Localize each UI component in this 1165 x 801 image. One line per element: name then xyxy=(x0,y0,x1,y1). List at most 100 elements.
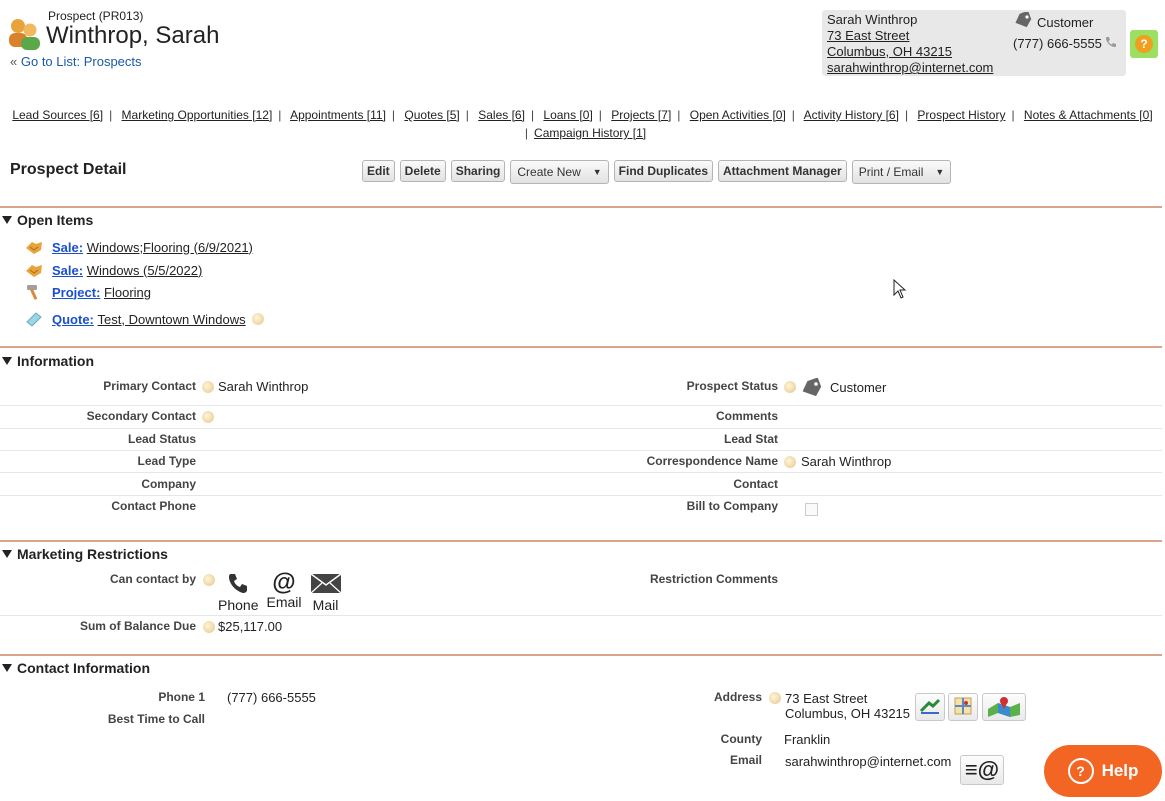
help-icon-button[interactable]: ? xyxy=(1130,30,1158,58)
open-items-header[interactable]: Open Items xyxy=(0,212,93,228)
sum-balance-label: Sum of Balance Due xyxy=(79,619,196,633)
phone-icon xyxy=(226,572,250,597)
page-title: Winthrop, Sarah xyxy=(46,22,220,49)
marketing-restrictions-header[interactable]: Marketing Restrictions xyxy=(0,546,168,562)
delete-button[interactable]: Delete xyxy=(399,160,446,182)
help-button-label: Help xyxy=(1101,761,1139,780)
street-map-button[interactable] xyxy=(948,693,978,721)
open-item-link[interactable]: Windows;Flooring (6/9/2021) xyxy=(87,240,253,255)
lead-status-label: Lead Status xyxy=(127,432,196,446)
open-item-kind[interactable]: Quote: xyxy=(52,312,94,327)
sharing-button[interactable]: Sharing xyxy=(450,160,506,182)
find-duplicates-button[interactable]: Find Duplicates xyxy=(613,160,713,182)
open-item-link[interactable]: Test, Downtown Windows xyxy=(98,312,246,327)
related-link-campaign-history[interactable]: Campaign History [1] xyxy=(534,126,646,140)
help-bubble-icon[interactable] xyxy=(202,411,214,423)
create-new-dropdown[interactable]: Create New ▼ xyxy=(510,160,609,184)
phone-icon[interactable] xyxy=(1105,34,1117,54)
correspondence-name-value: Sarah Winthrop xyxy=(801,454,892,469)
contact-card-phone: (777) 666-5555 xyxy=(1013,36,1102,51)
open-item-kind[interactable]: Project: xyxy=(52,285,100,300)
edit-button[interactable]: Edit xyxy=(362,160,395,182)
row-divider xyxy=(0,615,1162,616)
caret-down-icon: ▼ xyxy=(592,167,602,177)
bill-to-company-checkbox[interactable] xyxy=(805,503,818,516)
open-item-kind[interactable]: Sale: xyxy=(52,263,83,278)
print-email-label: Print / Email xyxy=(858,165,924,179)
open-item-project[interactable]: Project: Flooring xyxy=(24,283,151,301)
row-divider xyxy=(0,405,1162,406)
help-bubble-icon[interactable] xyxy=(251,313,264,325)
related-link-prospect-history[interactable]: Prospect History xyxy=(917,108,1005,122)
sum-balance-value: $25,117.00 xyxy=(218,619,283,634)
help-bubble-icon[interactable] xyxy=(769,692,781,704)
related-link-projects[interactable]: Projects [7] xyxy=(611,108,671,122)
print-email-dropdown[interactable]: Print / Email ▼ xyxy=(851,160,952,184)
information-header[interactable]: Information xyxy=(0,353,94,369)
help-bubble-icon[interactable] xyxy=(784,456,796,468)
create-new-label: Create New xyxy=(517,165,581,179)
contact-method-phone: Phone xyxy=(218,572,258,613)
primary-contact-label: Primary Contact xyxy=(103,379,196,393)
section-divider xyxy=(0,540,1162,542)
company-label: Company xyxy=(141,477,196,491)
open-item-kind[interactable]: Sale: xyxy=(52,240,83,255)
contact-card-email-link[interactable]: sarahwinthrop@internet.com xyxy=(827,60,993,75)
related-link-notes-attachments[interactable]: Notes & Attachments [0] xyxy=(1024,108,1153,122)
directions-icon xyxy=(919,697,941,718)
open-item-link[interactable]: Flooring xyxy=(104,285,151,300)
phone1-label: Phone 1 xyxy=(158,690,205,704)
email-compose-icon: ≡@ xyxy=(964,757,1000,782)
collapse-triangle-icon xyxy=(2,216,12,224)
open-item-sale-1[interactable]: Sale: Windows;Flooring (6/9/2021) xyxy=(24,238,253,256)
send-email-button[interactable]: ≡@ xyxy=(960,755,1004,785)
collapse-triangle-icon xyxy=(2,664,12,672)
contact-method-phone-label: Phone xyxy=(218,597,259,613)
prospect-status-value: Customer xyxy=(830,380,887,395)
related-link-loans[interactable]: Loans [0] xyxy=(543,108,592,122)
secondary-contact-label: Secondary Contact xyxy=(86,409,196,423)
sale-icon xyxy=(24,238,44,256)
directions-button[interactable] xyxy=(915,693,945,721)
section-divider xyxy=(0,346,1162,348)
related-link-marketing-opportunities[interactable]: Marketing Opportunities [12] xyxy=(122,108,273,122)
lead-type-label: Lead Type xyxy=(137,454,196,468)
help-button[interactable]: ? Help xyxy=(1044,745,1162,797)
address-line-1: 73 East Street xyxy=(785,691,868,706)
help-bubble-icon[interactable] xyxy=(203,574,215,586)
map-pin-button[interactable] xyxy=(982,693,1026,721)
help-bubble-icon[interactable] xyxy=(784,381,796,393)
help-bubble-icon[interactable] xyxy=(203,621,215,633)
go-to-list-link[interactable]: Go to List: Prospects xyxy=(21,54,142,69)
contact-card: Sarah Winthrop 73 East Street Columbus, … xyxy=(822,10,1126,76)
open-item-link[interactable]: Windows (5/5/2022) xyxy=(87,263,203,278)
related-link-activity-history[interactable]: Activity History [6] xyxy=(804,108,899,122)
open-item-sale-2[interactable]: Sale: Windows (5/5/2022) xyxy=(24,261,202,279)
correspondence-name-label: Correspondence Name xyxy=(646,454,778,468)
related-link-open-activities[interactable]: Open Activities [0] xyxy=(690,108,786,122)
open-item-quote[interactable]: Quote: Test, Downtown Windows xyxy=(24,310,264,328)
email-label: Email xyxy=(729,753,762,767)
help-bubble-icon[interactable] xyxy=(202,381,214,393)
related-link-sales[interactable]: Sales [6] xyxy=(478,108,525,122)
row-divider xyxy=(0,450,1162,451)
contact-method-mail-label: Mail xyxy=(312,597,339,613)
hammer-icon xyxy=(24,283,44,301)
information-title: Information xyxy=(17,353,94,369)
address-label: Address xyxy=(713,690,762,704)
contact-method-email: @ Email xyxy=(266,571,301,613)
sale-icon xyxy=(24,261,44,279)
collapse-triangle-icon xyxy=(2,550,12,558)
related-link-lead-sources[interactable]: Lead Sources [6] xyxy=(12,108,103,122)
question-icon: ? xyxy=(1135,35,1153,53)
record-subtitle: Prospect (PR013) xyxy=(48,9,144,23)
primary-contact-value: Sarah Winthrop xyxy=(218,379,309,394)
related-link-quotes[interactable]: Quotes [5] xyxy=(404,108,459,122)
contact-card-city-link[interactable]: Columbus, OH 43215 xyxy=(827,44,952,59)
contact-card-street-link[interactable]: 73 East Street xyxy=(827,28,909,43)
contact-information-header[interactable]: Contact Information xyxy=(0,660,150,676)
county-label: County xyxy=(720,732,762,746)
tag-icon xyxy=(1013,10,1033,34)
attachment-manager-button[interactable]: Attachment Manager xyxy=(718,160,847,182)
related-link-appointments[interactable]: Appointments [11] xyxy=(290,108,386,122)
